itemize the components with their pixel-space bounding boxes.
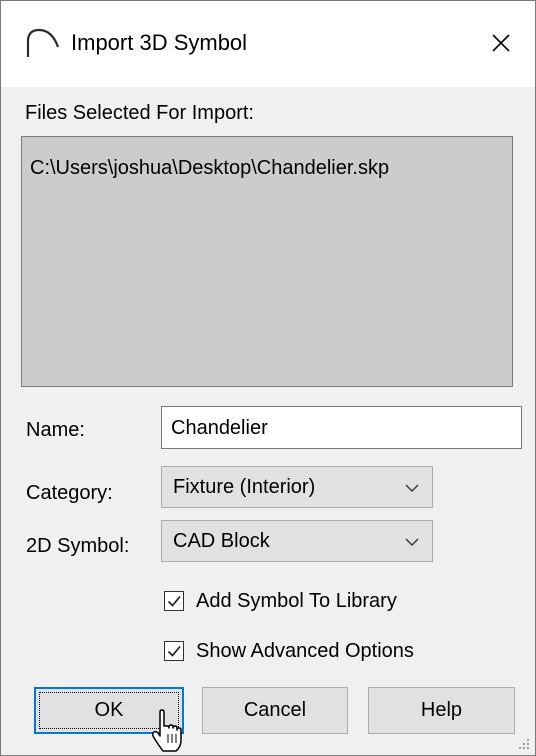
resize-grip-icon[interactable] — [515, 735, 531, 751]
help-button[interactable]: Help — [368, 687, 515, 734]
show-advanced-label: Show Advanced Options — [196, 640, 414, 662]
files-selected-label: Files Selected For Import: — [25, 102, 254, 124]
chevron-down-icon — [405, 538, 419, 546]
arch-icon — [26, 28, 60, 57]
list-item[interactable]: C:\Users\joshua\Desktop\Chandelier.skp — [30, 155, 389, 181]
add-to-library-option[interactable]: Add Symbol To Library — [164, 587, 397, 615]
show-advanced-option[interactable]: Show Advanced Options — [164, 637, 414, 665]
add-to-library-checkbox[interactable] — [164, 591, 184, 611]
checkmark-icon — [167, 645, 181, 657]
cancel-button[interactable]: Cancel — [202, 687, 348, 734]
checkmark-icon — [167, 595, 181, 607]
close-icon — [492, 34, 510, 52]
name-label: Name: — [26, 419, 85, 441]
category-label: Category: — [26, 482, 113, 504]
window-title: Import 3D Symbol — [71, 30, 248, 55]
files-list[interactable]: C:\Users\joshua\Desktop\Chandelier.skp — [21, 136, 513, 387]
name-input-value: Chandelier — [171, 417, 268, 439]
title-bar: Import 3D Symbol — [1, 1, 535, 87]
hand-cursor-icon — [151, 709, 182, 752]
help-button-label: Help — [420, 699, 463, 721]
category-selected-value: Fixture (Interior) — [173, 476, 316, 498]
cancel-button-label: Cancel — [243, 699, 307, 721]
chevron-down-icon — [405, 484, 419, 492]
symbol-2d-select[interactable]: CAD Block — [161, 520, 433, 562]
symbol-2d-label: 2D Symbol: — [26, 535, 130, 557]
add-to-library-label: Add Symbol To Library — [196, 590, 397, 612]
close-button[interactable] — [477, 19, 525, 67]
import-3d-symbol-dialog: Import 3D Symbol Files Selected For Impo… — [0, 0, 536, 756]
category-select[interactable]: Fixture (Interior) — [161, 466, 433, 508]
symbol-2d-selected-value: CAD Block — [173, 530, 270, 552]
show-advanced-checkbox[interactable] — [164, 641, 184, 661]
name-input[interactable]: Chandelier — [161, 406, 522, 449]
